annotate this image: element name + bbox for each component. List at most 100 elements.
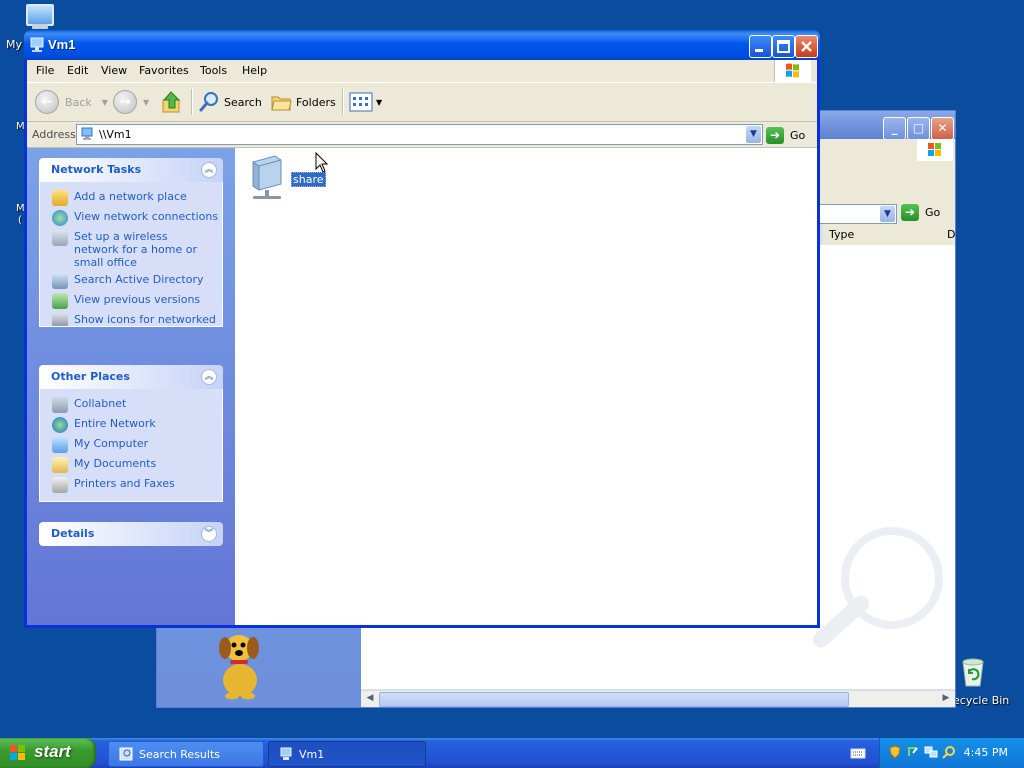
documents-folder-icon [52, 457, 68, 473]
recycle-bin-icon[interactable] [958, 656, 988, 688]
task-label[interactable]: Add a network place [74, 190, 187, 203]
horizontal-scrollbar[interactable]: ◀ ▶ [361, 690, 955, 707]
place-label[interactable]: My Documents [74, 457, 156, 470]
my-computer-icon[interactable] [22, 2, 56, 32]
maximize-button[interactable] [772, 35, 795, 58]
menu-view[interactable]: View [101, 64, 127, 77]
column-type-header[interactable]: Type [829, 228, 854, 241]
taskbar: start Search Results Vm1 4:45 PM [0, 738, 1024, 768]
menu-edit[interactable]: Edit [67, 64, 88, 77]
minimize-button[interactable] [749, 35, 772, 58]
folders-icon [271, 96, 292, 111]
taskbar-search-results[interactable]: Search Results [108, 741, 264, 767]
task-label[interactable]: Set up a wireless network for a home or … [74, 230, 214, 269]
task-label[interactable]: View previous versions [74, 293, 200, 306]
menu-help[interactable]: Help [242, 64, 267, 77]
place-entire-network[interactable]: Entire Network [40, 415, 222, 435]
task-label[interactable]: Show icons for networked [74, 313, 216, 326]
start-button[interactable]: start [0, 738, 96, 768]
place-my-computer[interactable]: My Computer [40, 435, 222, 455]
task-label[interactable]: View network connections [74, 210, 218, 223]
go-label: Go [790, 128, 806, 142]
vm1-window[interactable]: Vm1 File Edit View Favorites Tools Help … [24, 30, 820, 628]
system-tray: 4:45 PM [879, 738, 1024, 768]
place-label[interactable]: Entire Network [74, 417, 156, 430]
collapse-chevron-icon[interactable]: ︽ [201, 162, 217, 178]
minimize-button[interactable]: _ [883, 117, 906, 140]
collapse-chevron-icon[interactable]: ︽ [201, 369, 217, 385]
chevron-down-icon[interactable]: ▼ [102, 98, 108, 107]
task-show-networked-icons[interactable]: Show icons for networked [40, 311, 222, 326]
scroll-left-icon[interactable]: ◀ [363, 692, 377, 705]
background-go-button[interactable]: ➔ Go [901, 204, 940, 221]
task-view-previous-versions[interactable]: View previous versions [40, 291, 222, 311]
window-frame: File Edit View Favorites Tools Help ← Ba… [27, 60, 817, 625]
close-button[interactable]: ✕ [931, 117, 954, 140]
folders-label: Folders [296, 95, 336, 109]
task-pane: Network Tasks ︽ Add a network place View… [27, 148, 235, 625]
place-label[interactable]: Printers and Faxes [74, 477, 175, 490]
share-label[interactable]: share [291, 172, 326, 187]
menu-file[interactable]: File [36, 64, 54, 77]
forward-button[interactable]: → ▼ [113, 89, 149, 115]
network-tasks-header[interactable]: Network Tasks ︽ [39, 158, 223, 182]
expand-chevron-icon[interactable]: ︾ [201, 526, 217, 542]
menu-tools[interactable]: Tools [200, 64, 227, 77]
network-computer-icon [81, 127, 93, 141]
recycle-bin-label[interactable]: ecycle Bin [953, 694, 1009, 707]
windows-flag-icon [917, 139, 953, 161]
network-share-icon [247, 154, 287, 202]
folders-button[interactable]: Folders [270, 89, 336, 115]
titlebar[interactable]: Vm1 [24, 30, 820, 60]
network-tasks-title: Network Tasks [51, 163, 142, 176]
column-cut-header[interactable]: D [947, 228, 955, 241]
task-search-active-directory[interactable]: Search Active Directory [40, 271, 222, 291]
clock[interactable]: 4:45 PM [964, 746, 1008, 759]
place-collabnet[interactable]: Collabnet [40, 395, 222, 415]
previous-versions-icon [52, 293, 68, 309]
go-button[interactable]: ➔ Go [766, 125, 805, 145]
place-my-documents[interactable]: My Documents [40, 455, 222, 475]
forward-arrow-icon: → [113, 90, 137, 114]
maximize-button[interactable]: □ [907, 117, 930, 140]
chevron-down-icon[interactable]: ▼ [746, 126, 761, 143]
details-header[interactable]: Details ︾ [39, 522, 223, 546]
task-view-network-connections[interactable]: View network connections [40, 208, 222, 228]
task-setup-wireless[interactable]: Set up a wireless network for a home or … [40, 228, 222, 271]
wireless-network-icon [52, 230, 68, 246]
back-label: Back [65, 95, 92, 109]
network-status-icon[interactable] [924, 745, 938, 759]
place-label[interactable]: Collabnet [74, 397, 126, 410]
taskbar-vm1[interactable]: Vm1 [268, 741, 426, 767]
search-button[interactable]: Search [198, 89, 262, 115]
search-companion-dog-icon[interactable] [210, 628, 268, 700]
network-computer-icon [279, 747, 293, 761]
task-add-network-place[interactable]: Add a network place [40, 188, 222, 208]
background-address-combo[interactable]: ▼ [819, 204, 897, 224]
place-printers-faxes[interactable]: Printers and Faxes [40, 475, 222, 495]
windows-flag-icon [774, 60, 811, 82]
network-connections-icon [52, 210, 68, 226]
views-button[interactable]: ▼ [349, 89, 382, 115]
address-value[interactable]: \\Vm1 [99, 128, 132, 141]
search-tray-icon[interactable] [942, 745, 956, 759]
update-icon[interactable] [906, 745, 920, 759]
menu-favorites[interactable]: Favorites [139, 64, 189, 77]
scroll-thumb[interactable] [379, 692, 849, 707]
close-button[interactable] [795, 35, 818, 58]
scroll-right-icon[interactable]: ▶ [939, 692, 953, 705]
up-folder-button[interactable] [161, 89, 183, 115]
place-label[interactable]: My Computer [74, 437, 148, 450]
other-places-header[interactable]: Other Places ︽ [39, 365, 223, 389]
network-tasks-box: Network Tasks ︽ Add a network place View… [39, 158, 223, 327]
security-shield-icon[interactable] [888, 745, 902, 759]
keyboard-icon[interactable] [850, 746, 866, 760]
printer-icon [52, 477, 68, 493]
background-column-header[interactable]: Type D [823, 225, 955, 246]
address-field[interactable]: \\Vm1 ▼ [76, 124, 763, 145]
back-button[interactable]: ← Back ▼ [35, 89, 108, 115]
task-label[interactable]: Search Active Directory [74, 273, 204, 286]
chevron-down-icon[interactable]: ▼ [143, 98, 149, 107]
chevron-down-icon[interactable]: ▼ [376, 98, 382, 107]
chevron-down-icon[interactable]: ▼ [880, 206, 895, 222]
